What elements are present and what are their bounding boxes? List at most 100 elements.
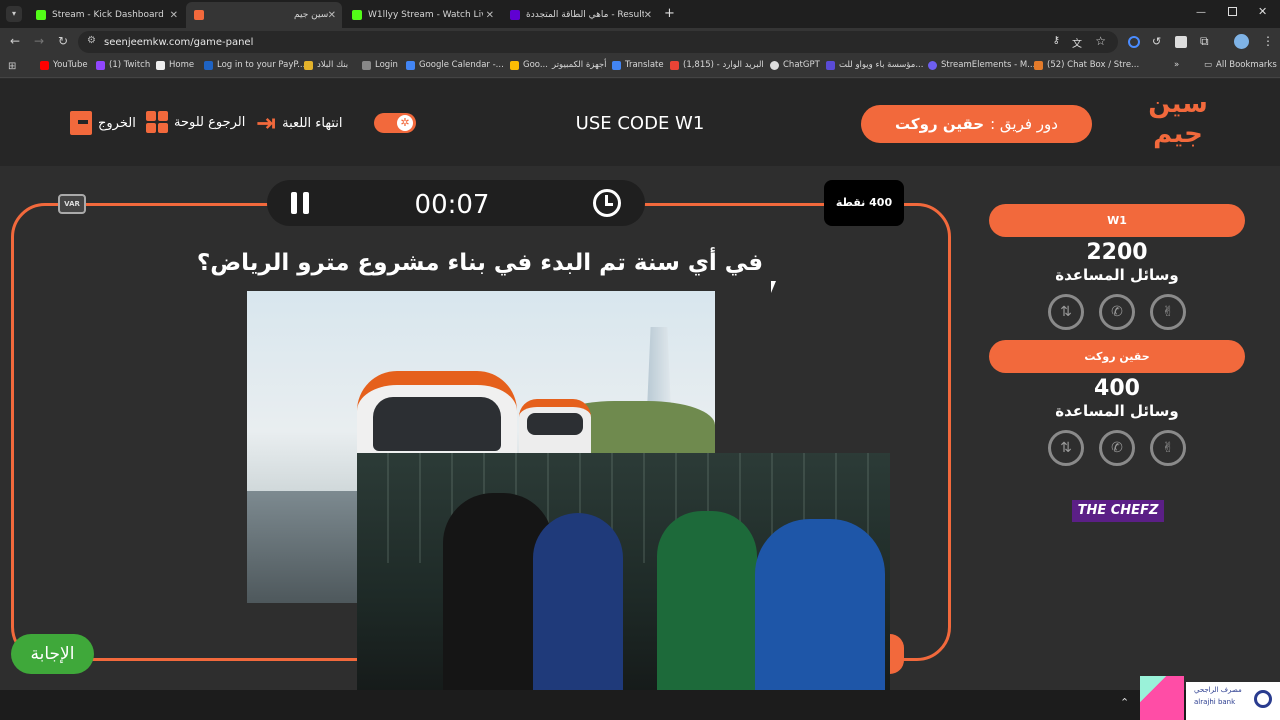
reload-icon[interactable]: ↻ [58, 34, 68, 48]
profile-avatar[interactable] [1234, 34, 1249, 49]
bookmark-label: (1,815) - البريد الوارد [683, 60, 764, 70]
bookmark-bank-albilad[interactable]: بنك البلاد [304, 60, 348, 70]
var-icon[interactable]: VAR [58, 194, 86, 214]
bookmark-label: StreamElements - M... [941, 60, 1036, 70]
team-score: 400 [1094, 376, 1140, 401]
answer-button[interactable]: الإجابة [11, 634, 94, 674]
tab-w1llyy-stream[interactable]: W1llyy Stream - Watch Live on ✕ [344, 2, 500, 28]
pause-button[interactable] [291, 192, 311, 214]
peace-hand-icon: ✌ [1162, 304, 1174, 320]
person-silhouette [755, 519, 885, 690]
maximize-button[interactable] [1228, 7, 1237, 16]
url-bar[interactable]: ⚙ seenjeemkw.com/game-panel ☆ 文 ⚷ [78, 31, 1118, 53]
end-game-button[interactable]: ⇥ انتهاء اللعبة [256, 111, 343, 135]
extension-icon[interactable]: ↺ [1152, 35, 1161, 48]
back-to-board-label: الرجوع للوحة [174, 114, 246, 130]
tab-search-icon[interactable]: ▾ [6, 6, 22, 22]
promo-code-text: USE CODE W1 [575, 113, 705, 134]
swap-aid-button[interactable]: ⇅ [1048, 430, 1084, 466]
exit-button[interactable]: الخروج [70, 111, 136, 135]
question-text: في أي سنة تم البدء في بناء مشروع مترو ال… [196, 250, 764, 276]
timer-bar: 00:07 [267, 180, 645, 226]
bookmark-label: ChatGPT [783, 60, 820, 70]
team-score: 2200 [1086, 240, 1148, 265]
tab-kick-dashboard[interactable]: Stream - Kick Dashboard ✕ [28, 2, 184, 28]
bank-logo: مصرف الراجحي alrajhi bank [1186, 682, 1280, 720]
game-toggle-switch[interactable]: ✲ [374, 113, 416, 133]
apps-grid-icon[interactable]: ⊞ [8, 61, 16, 72]
bookmark-youtube[interactable]: YouTube [40, 60, 88, 70]
password-key-icon[interactable]: ⚷ [1053, 35, 1060, 46]
sponsor-logo: THE CHEFZ [1072, 500, 1164, 522]
restart-timer-button[interactable] [593, 189, 621, 217]
call-aid-button[interactable]: ✆ [1099, 294, 1135, 330]
back-to-board-button[interactable]: الرجوع للوحة [146, 111, 245, 133]
bookmark-twitch[interactable]: (1) Twitch [96, 60, 150, 70]
gear-icon: ✲ [397, 115, 413, 131]
tab-title: ماهي الطاقة المتجددة - Results [526, 10, 644, 20]
extension-icon[interactable] [1128, 36, 1140, 48]
extensions-puzzle-icon[interactable]: ⧉ [1200, 34, 1209, 49]
bookmark-login[interactable]: Login [362, 60, 398, 70]
close-icon[interactable]: ✕ [644, 10, 652, 21]
bookmarks-overflow-icon[interactable]: » [1174, 60, 1179, 70]
menu-kebab-icon[interactable]: ⋮ [1262, 34, 1274, 48]
game-header: الخروج الرجوع للوحة ⇥ انتهاء اللعبة ✲ US… [0, 79, 1280, 166]
close-icon[interactable]: ✕ [486, 10, 494, 21]
bookmark-star-icon[interactable]: ☆ [1095, 34, 1106, 48]
bank-name-en: alrajhi bank [1194, 698, 1236, 706]
yahoo-icon [510, 10, 520, 20]
points-badge: 400 نقطة [824, 180, 904, 226]
bookmark-google-calendar[interactable]: Google Calendar -... [406, 60, 504, 70]
bookmark-label: (1) Twitch [109, 60, 151, 70]
kick-icon [352, 10, 362, 20]
close-window-button[interactable]: ✕ [1258, 5, 1267, 18]
call-aid-button[interactable]: ✆ [1099, 430, 1135, 466]
minimize-button[interactable]: — [1196, 7, 1206, 18]
bookmark-label: Login [375, 60, 398, 70]
seen-jeem-icon [194, 10, 204, 20]
tab-seen-jeem[interactable]: سين جيم ✕ [186, 2, 342, 28]
bookmark-streamelements[interactable]: StreamElements - M... [928, 60, 1035, 70]
new-tab-button[interactable]: + [664, 6, 675, 21]
bookmark-label: Log in to your PayP... [217, 60, 306, 70]
two-answers-aid-button[interactable]: ✌ [1150, 294, 1186, 330]
swap-icon: ⇅ [1060, 304, 1072, 320]
bookmark-chatgpt[interactable]: ChatGPT [770, 60, 820, 70]
two-answers-aid-button[interactable]: ✌ [1150, 430, 1186, 466]
right-action-tab[interactable] [890, 634, 904, 674]
site-info-icon[interactable]: ⚙ [87, 35, 96, 46]
translate-icon[interactable]: 文 [1072, 35, 1082, 50]
translate-icon [612, 60, 621, 70]
bookmark-google-drive[interactable]: Goo... [510, 60, 548, 70]
paypal-icon [204, 60, 213, 70]
board-grid-icon [146, 111, 168, 133]
seen-jeem-logo: سين جيم [1148, 89, 1208, 149]
bookmark-label: بنك البلاد [317, 60, 349, 70]
bookmark-foundation[interactable]: مؤسسة باء ويواو للت... [826, 60, 923, 70]
bookmark-x-home[interactable]: Home [156, 60, 194, 70]
bottom-strip: ⌃ مصرف الراجحي alrajhi bank [0, 676, 1280, 720]
bookmark-label: Goo... [523, 60, 548, 70]
bookmark-paypal[interactable]: Log in to your PayP... [204, 60, 305, 70]
bookmark-gmail[interactable]: (1,815) - البريد الوارد [670, 60, 764, 70]
exit-door-icon [70, 111, 92, 135]
chevron-up-icon[interactable]: ⌃ [1120, 696, 1129, 709]
bookmark-chatbox[interactable]: (52) Chat Box / Stre... [1034, 60, 1139, 70]
close-icon[interactable]: ✕ [170, 10, 178, 21]
bookmark-label: مؤسسة باء ويواو للت... [839, 60, 924, 70]
tab-search-results[interactable]: ماهي الطاقة المتجددة - Results ✕ [502, 2, 658, 28]
extension-icon[interactable] [1175, 36, 1187, 48]
bookmark-label: YouTube [53, 60, 88, 70]
close-icon[interactable]: ✕ [328, 10, 336, 21]
forward-icon[interactable]: → [34, 34, 44, 48]
back-icon[interactable]: ← [10, 34, 20, 48]
swap-aid-button[interactable]: ⇅ [1048, 294, 1084, 330]
tab-title: Stream - Kick Dashboard [52, 10, 164, 20]
bookmark-label: (52) Chat Box / Stre... [1047, 60, 1140, 70]
gmail-icon [670, 60, 679, 70]
twitch-icon [96, 60, 105, 70]
bookmark-translate[interactable]: Translate [612, 60, 664, 70]
all-bookmarks-folder[interactable]: ▭ All Bookmarks [1204, 60, 1277, 70]
bookmark-computers[interactable]: أجهزة الكمبيوتر [552, 60, 607, 70]
